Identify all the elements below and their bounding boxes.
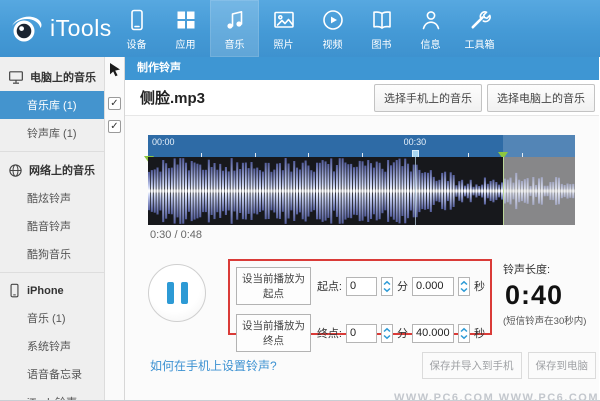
itools-logo: iTools xyxy=(0,11,112,47)
file-header: 侧脸.mp3 选择手机上的音乐 选择电脑上的音乐 xyxy=(125,80,599,116)
start-label: 起点: xyxy=(316,281,342,293)
sidebar-section-web-music: 网络上的音乐 酷炫铃声 酷音铃声 酷狗音乐 xyxy=(0,151,104,268)
device-icon xyxy=(125,7,149,33)
time-label-playhead: 00:30 xyxy=(403,137,427,147)
nav-tabs: 设备 应用 音乐 照片 视频 图书 信息 工具箱 xyxy=(112,0,504,57)
nav-item-books[interactable]: 图书 xyxy=(357,0,406,57)
choose-pc-music-button[interactable]: 选择电脑上的音乐 xyxy=(487,83,595,112)
photo-icon xyxy=(272,7,296,33)
sidebar-item-system-ringtone[interactable]: 系统铃声 xyxy=(0,332,104,360)
start-point-row: 设当前播放为起点 起点: 分 秒 xyxy=(236,267,485,305)
end-min-input[interactable] xyxy=(346,323,377,343)
tab-make-ringtone[interactable]: 制作铃声 xyxy=(125,57,193,80)
nav-item-music[interactable]: 音乐 xyxy=(210,0,259,57)
watermark: WWW.PC6.COM WWW.PC6.COM xyxy=(394,392,599,401)
waveform-plot[interactable] xyxy=(148,157,575,225)
sidebar-item-itools-ringtone[interactable]: iTools铃声 xyxy=(0,388,104,400)
iphone-icon xyxy=(8,283,21,298)
nav-item-photos[interactable]: 照片 xyxy=(259,0,308,57)
nav-item-toolbox[interactable]: 工具箱 xyxy=(455,0,504,57)
pause-icon xyxy=(180,282,188,304)
globe-icon xyxy=(8,163,23,178)
pause-icon xyxy=(166,282,174,304)
wrench-icon xyxy=(468,7,492,33)
trimmed-region-overlay xyxy=(502,157,575,225)
end-sec-input[interactable] xyxy=(412,323,454,343)
sidebar-header-web-music[interactable]: 网络上的音乐 xyxy=(0,156,104,184)
start-sec-spinner[interactable] xyxy=(458,276,470,296)
sidebar-section-pc-music: 电脑上的音乐 音乐库 (1) 铃声库 (1) xyxy=(0,59,104,147)
sidebar-item-kugou-music[interactable]: 酷狗音乐 xyxy=(0,240,104,268)
time-label-start: 00:00 xyxy=(152,137,175,147)
timeline-dim-overlay xyxy=(502,135,575,157)
sidebar-item-music-lib[interactable]: 音乐库 (1) xyxy=(0,91,104,119)
sidebar-item-iphone-music[interactable]: 音乐 (1) xyxy=(0,304,104,332)
file-name: 侧脸.mp3 xyxy=(140,90,206,107)
sidebar-header-pc-music[interactable]: 电脑上的音乐 xyxy=(0,63,104,91)
save-to-phone-button[interactable]: 保存并导入到手机 xyxy=(421,352,522,379)
end-sec-spinner[interactable] xyxy=(458,323,470,343)
second-unit: 秒 xyxy=(474,328,485,340)
help-link[interactable]: 如何在手机上设置铃声? xyxy=(150,357,277,374)
sidebar-item-voice-memos[interactable]: 语音备忘录 xyxy=(0,360,104,388)
trim-controls-row: 设当前播放为起点 起点: 分 秒 xyxy=(148,259,599,352)
waveform-editor[interactable]: 00:00 00:30 xyxy=(144,135,575,225)
set-start-button[interactable]: 设当前播放为起点 xyxy=(236,267,311,305)
sidebar-item-ringtone-lib[interactable]: 铃声库 (1) xyxy=(0,119,104,147)
choose-phone-music-button[interactable]: 选择手机上的音乐 xyxy=(374,83,482,112)
end-label: 终点: xyxy=(316,328,342,340)
ringtone-length-label: 铃声长度: xyxy=(503,264,551,276)
start-sec-input[interactable] xyxy=(412,276,454,296)
sidebar-item-kuxuan-ringtone[interactable]: 酷炫铃声 xyxy=(0,184,104,212)
set-end-button[interactable]: 设当前播放为终点 xyxy=(236,314,311,352)
itools-window: iTools 设备 应用 音乐 照片 视频 图书 信息 工具箱 电脑上的音乐 音… xyxy=(0,0,600,401)
save-to-pc-button[interactable]: 保存到电脑 xyxy=(527,352,596,379)
cursor-arrow-icon[interactable] xyxy=(108,62,122,77)
person-icon xyxy=(419,7,443,33)
nav-item-videos[interactable]: 视频 xyxy=(308,0,357,57)
ringtone-lib-checkbox[interactable]: ✓ xyxy=(108,120,121,133)
apps-icon xyxy=(174,7,198,33)
start-min-spinner[interactable] xyxy=(381,276,393,296)
tab-bar: 制作铃声 xyxy=(125,57,599,80)
window-body: 电脑上的音乐 音乐库 (1) 铃声库 (1) 网络上的音乐 酷炫铃声 酷音铃声 酷狗音乐 … xyxy=(0,57,600,401)
itools-logo-icon xyxy=(8,11,44,47)
sidebar-section-iphone: iPhone音乐 (1)系统铃声语音备忘录iTools铃声 xyxy=(0,272,104,400)
nav-item-device[interactable]: 设备 xyxy=(112,0,161,57)
music-lib-checkbox[interactable]: ✓ xyxy=(108,97,121,110)
waveform-timeline[interactable]: 00:00 00:30 xyxy=(144,135,575,163)
top-nav: iTools 设备 应用 音乐 照片 视频 图书 信息 工具箱 xyxy=(0,0,600,57)
start-min-input[interactable] xyxy=(346,276,377,296)
ringtone-length-value: 0:40 xyxy=(505,280,564,310)
ringtone-length-note: (短信铃声在30秒内) xyxy=(503,316,587,327)
trim-settings-box: 设当前播放为起点 起点: 分 秒 xyxy=(228,259,492,352)
end-point-row: 设当前播放为终点 终点: 分 秒 xyxy=(236,314,485,352)
minute-unit: 分 xyxy=(397,328,408,340)
footer-row: 如何在手机上设置铃声? 保存并导入到手机 保存到电脑 xyxy=(150,352,596,379)
nav-item-info[interactable]: 信息 xyxy=(406,0,455,57)
monitor-icon xyxy=(8,70,24,85)
book-icon xyxy=(370,7,394,33)
music-icon xyxy=(223,7,247,33)
sidebar: 电脑上的音乐 音乐库 (1) 铃声库 (1) 网络上的音乐 酷炫铃声 酷音铃声 酷狗音乐 … xyxy=(0,57,105,400)
video-icon xyxy=(321,7,345,33)
end-min-spinner[interactable] xyxy=(381,323,393,343)
playhead-line xyxy=(414,157,416,225)
ringtone-length-panel: 铃声长度: 0:40 (短信铃声在30秒内) xyxy=(503,259,598,327)
sidebar-header-iphone[interactable]: iPhone xyxy=(0,277,104,304)
minute-unit: 分 xyxy=(397,281,408,293)
second-unit: 秒 xyxy=(474,281,485,293)
pause-button[interactable] xyxy=(148,264,206,322)
sidebar-item-kuyin-ringtone[interactable]: 酷音铃声 xyxy=(0,212,104,240)
nav-item-apps[interactable]: 应用 xyxy=(161,0,210,57)
editor-content: 00:00 00:30 0:30 / 0:48 设当前播放为起点 起点: 0 分… xyxy=(125,116,599,401)
ringtone-maker-panel: 制作铃声 侧脸.mp3 选择手机上的音乐 选择电脑上的音乐 00:00 00:3… xyxy=(125,57,599,401)
logo-text: iTools xyxy=(50,15,112,41)
sidebar-strip: ✓ ✓ xyxy=(105,57,125,400)
playback-position: 0:30 / 0:48 xyxy=(150,229,202,241)
